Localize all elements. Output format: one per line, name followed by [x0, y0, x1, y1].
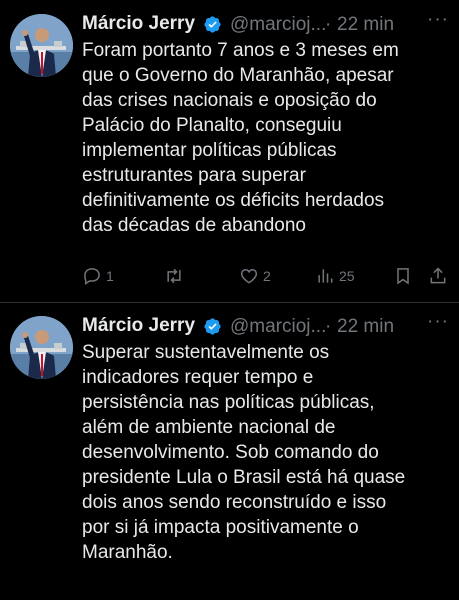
like-button[interactable]: 2 — [239, 265, 271, 287]
timestamp[interactable]: 22 min — [337, 14, 394, 36]
avatar[interactable] — [10, 316, 73, 379]
author-handle[interactable]: @marcioj... — [230, 316, 326, 338]
reply-count: 1 — [106, 268, 114, 284]
more-horizontal-icon[interactable]: ··· — [427, 9, 449, 31]
author-handle[interactable]: @marcioj... — [230, 14, 326, 36]
author-name[interactable]: Márcio Jerry — [82, 315, 195, 337]
more-horizontal-icon[interactable]: ··· — [427, 311, 449, 333]
like-count: 2 — [263, 268, 271, 284]
avatar[interactable] — [10, 14, 73, 77]
heart-icon — [240, 268, 258, 284]
tweet-header: Márcio Jerry @marcioj... · 22 min ··· — [82, 9, 449, 37]
separator-dot: · — [325, 316, 332, 337]
reply-icon — [84, 268, 100, 285]
bookmark-button[interactable] — [393, 265, 413, 287]
views-bar-chart-icon — [318, 269, 333, 283]
share-button[interactable] — [428, 265, 448, 287]
retweet-button[interactable] — [164, 265, 188, 287]
views-count: 25 — [339, 268, 355, 284]
retweet-icon — [167, 268, 181, 284]
verified-badge-icon — [204, 318, 221, 335]
timestamp[interactable]: 22 min — [337, 316, 394, 338]
tweet-header: Márcio Jerry @marcioj... · 22 min ··· — [82, 311, 449, 339]
bookmark-icon — [397, 268, 409, 285]
tweet[interactable]: Márcio Jerry @marcioj... · 22 min ··· Fo… — [0, 0, 459, 300]
share-icon — [430, 267, 446, 284]
author-name[interactable]: Márcio Jerry — [82, 13, 195, 35]
tweet-actions: 1 2 25 — [82, 265, 452, 287]
reply-button[interactable]: 1 — [82, 265, 114, 287]
views-button[interactable]: 25 — [315, 265, 355, 287]
tweet-text: Superar sustentavelmente os indicadores … — [82, 342, 406, 563]
separator-dot: · — [325, 14, 332, 35]
tweet[interactable]: Márcio Jerry @marcioj... · 22 min ··· Su… — [0, 302, 459, 600]
verified-badge-icon — [204, 16, 221, 33]
tweet-text: Foram portanto 7 anos e 3 meses em que o… — [82, 40, 399, 236]
